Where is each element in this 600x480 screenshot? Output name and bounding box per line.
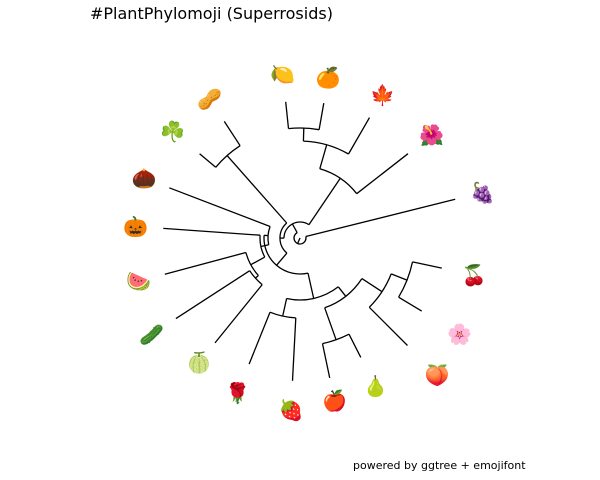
branch-edge xyxy=(319,144,328,169)
branch-edge xyxy=(305,198,456,238)
melon-icon: 🍈 xyxy=(187,350,212,374)
branch-edge xyxy=(347,117,371,155)
branch-arc xyxy=(267,226,271,245)
branch-edge xyxy=(282,298,288,317)
cucumber-icon: 🥒 xyxy=(139,322,164,346)
branch-edge xyxy=(199,153,217,168)
branch-edge xyxy=(254,275,259,279)
watermelon-icon: 🍉 xyxy=(126,269,151,293)
branch-edge xyxy=(390,273,408,281)
branch-edge xyxy=(164,251,247,275)
maple-leaf-icon: 🍁 xyxy=(370,83,395,107)
branch-edge xyxy=(163,227,261,236)
jack-o-lantern-icon: 🎃 xyxy=(123,215,148,239)
caption: powered by ggtree + emojifont xyxy=(353,459,526,472)
branch-edge xyxy=(321,343,331,379)
chestnut-icon: 🌰 xyxy=(132,166,157,190)
branch-edge xyxy=(307,272,315,299)
pear-icon: 🍐 xyxy=(363,374,388,398)
branch-edge xyxy=(318,102,325,130)
branch-edge xyxy=(276,252,288,266)
branch-edge xyxy=(356,153,409,195)
branch-edge xyxy=(250,256,266,266)
branch-edge xyxy=(223,121,241,147)
branch-edge xyxy=(348,333,362,358)
branch-edge xyxy=(248,311,271,365)
branch-edge xyxy=(214,284,263,344)
grapes-icon: 🍇 xyxy=(470,181,495,205)
cherry-blossom-icon: 🌸 xyxy=(447,322,472,346)
rose-icon: 🌹 xyxy=(225,381,250,405)
cherries-icon: 🍒 xyxy=(462,263,487,287)
peach-icon: 🍑 xyxy=(425,363,450,387)
lemon-icon: 🍋 xyxy=(270,62,295,86)
branch-edge xyxy=(361,278,383,293)
branch-edge xyxy=(368,306,408,346)
hibiscus-icon: 🌺 xyxy=(419,123,444,147)
red-apple-icon: 🍎 xyxy=(322,388,347,412)
branch-edge xyxy=(169,187,271,228)
branch-edge xyxy=(412,261,442,269)
strawberry-icon: 🍓 xyxy=(279,398,304,422)
branch-edge xyxy=(324,307,337,341)
peanuts-icon: 🥜 xyxy=(197,86,222,111)
phylogenetic-tree: 🍇 🍒 🌸 🍑 🍐 🍎 🍓 🌹 🍈 🥒 🍉 🎃 🌰☘️ 🥜 🍋 🍊 🍁 🌺 xyxy=(123,62,495,422)
tip-labels: 🍇 🍒 🌸 🍑 🍐 🍎 🍓 🌹 🍈 🥒 🍉 🎃 🌰☘️ 🥜 🍋 🍊 🍁 🌺 xyxy=(123,62,495,422)
branch-edge xyxy=(308,177,341,226)
branch-edge xyxy=(291,223,298,234)
shamrock-icon: ☘️ xyxy=(160,119,185,143)
branch-edge xyxy=(175,270,251,320)
branch-edge xyxy=(337,286,347,297)
branch-edge xyxy=(398,296,423,312)
branch-edge xyxy=(291,317,297,381)
root-edge xyxy=(297,237,301,244)
tree-branches xyxy=(163,101,456,381)
branch-edge xyxy=(285,101,290,129)
tangerine-icon: 🍊 xyxy=(316,66,342,90)
